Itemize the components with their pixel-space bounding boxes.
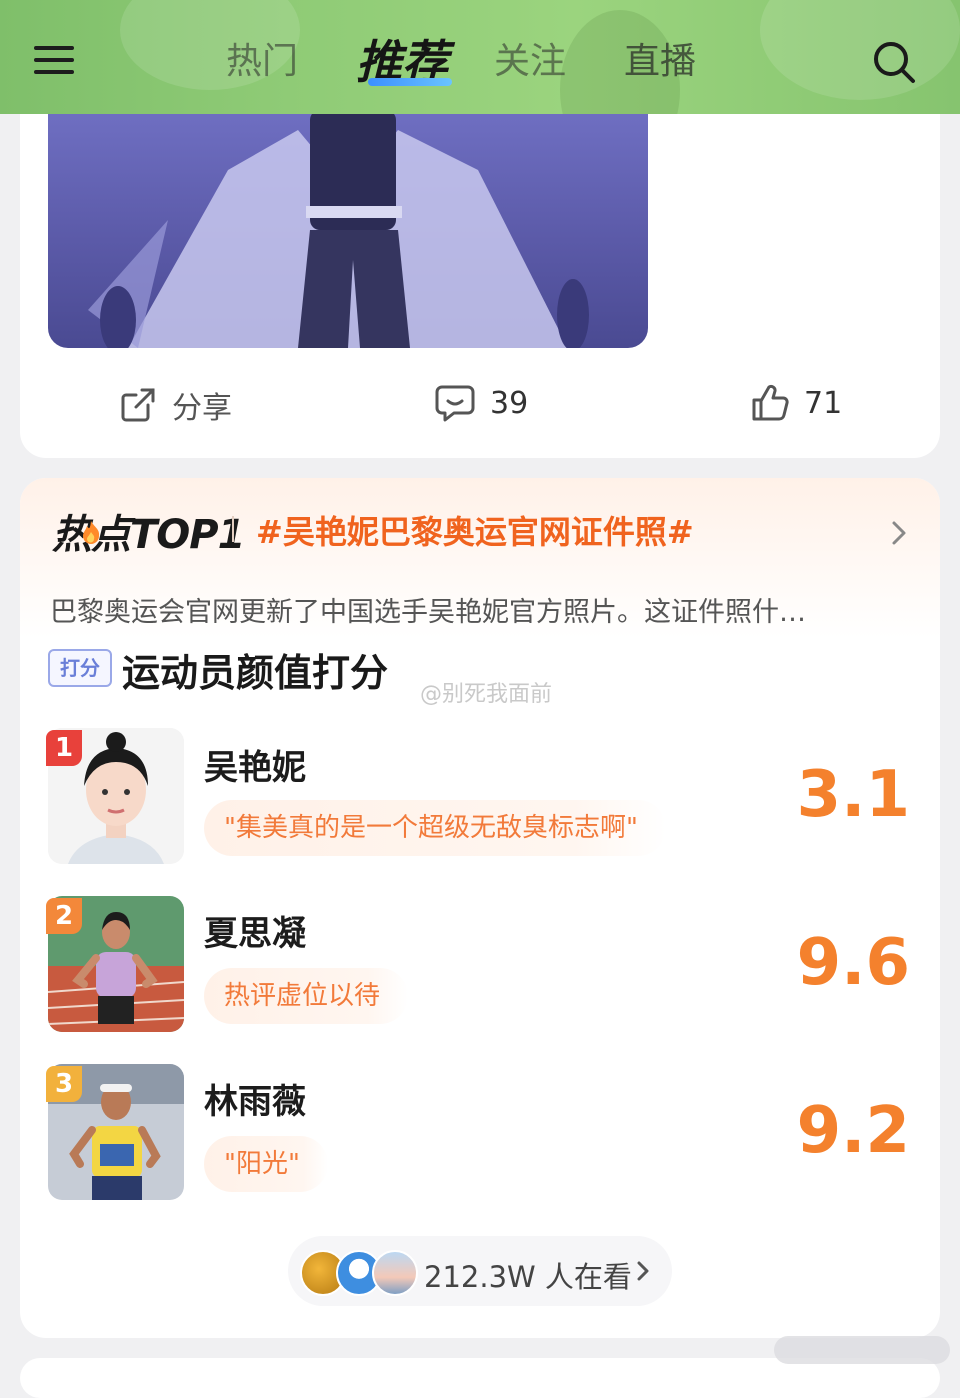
athlete-row[interactable]: 1 吴艳妮 "集美真的是一个超级无敌臭标志啊" 3.1 <box>0 726 960 876</box>
comment-button[interactable]: 39 <box>434 383 528 423</box>
like-count: 71 <box>804 385 843 421</box>
search-button[interactable] <box>872 40 916 84</box>
hot-comment: "阳光" <box>204 1136 328 1192</box>
rank-badge: 3 <box>46 1066 82 1102</box>
athlete-score: 9.2 <box>796 1094 910 1168</box>
rank-badge: 1 <box>46 730 82 766</box>
weibo-watermark-bar <box>774 1336 950 1364</box>
viewers-button[interactable]: 212.3W 人在看 <box>288 1236 672 1306</box>
hot-comment: "集美真的是一个超级无敌臭标志啊" <box>204 800 666 856</box>
thumbs-up-icon <box>752 384 789 421</box>
hot-comment: 热评虚位以待 <box>204 968 409 1024</box>
menu-button[interactable] <box>34 42 76 78</box>
flame-icon <box>83 521 100 544</box>
rating-badge: 打分 <box>48 649 112 687</box>
nav-tabs: 热门 推荐 关注 直播 <box>226 34 696 90</box>
hot-description[interactable]: 巴黎奥运会官网更新了中国选手吴艳妮官方照片。这证件照什… <box>50 590 806 629</box>
divider <box>232 516 234 542</box>
share-label: 分享 <box>172 391 232 426</box>
athlete-name: 林雨薇 <box>204 1082 306 1122</box>
anime-character-illustration <box>88 110 589 348</box>
tab-live[interactable]: 直播 <box>624 34 696 90</box>
athlete-name: 吴艳妮 <box>204 748 306 788</box>
top-nav-bar: 热门 推荐 关注 直播 <box>0 0 960 114</box>
comment-icon <box>435 385 475 422</box>
viewer-avatar <box>372 1250 418 1296</box>
weibo-watermark: @别死我面前 <box>420 682 553 707</box>
chevron-right-icon <box>637 1261 649 1281</box>
athlete-row[interactable]: 3 林雨薇 "阳光" 9.2 <box>0 1062 960 1212</box>
tab-hot[interactable]: 热门 <box>226 34 298 90</box>
viewers-count: 212.3W 人在看 <box>424 1260 632 1294</box>
athlete-row[interactable]: 2 夏思凝 热评虚位以待 9.6 <box>0 894 960 1044</box>
like-button[interactable]: 71 <box>750 383 842 423</box>
athlete-name: 夏思凝 <box>204 914 306 954</box>
tab-following[interactable]: 关注 <box>494 34 566 90</box>
hot-topic-link[interactable]: #吴艳妮巴黎奥运官网证件照# <box>256 507 694 553</box>
rank-badge: 2 <box>46 898 82 934</box>
share-button[interactable]: 分享 <box>118 383 232 427</box>
tab-recommend[interactable]: 推荐 <box>356 34 453 90</box>
hamburger-menu-icon <box>34 46 74 50</box>
search-icon <box>874 42 915 83</box>
athlete-score: 3.1 <box>796 758 910 832</box>
rating-title: 运动员颜值打分 <box>122 651 389 695</box>
comment-count: 39 <box>490 385 529 421</box>
post-image[interactable] <box>48 110 648 348</box>
active-tab-indicator <box>368 78 453 86</box>
next-card <box>20 1358 940 1398</box>
chevron-right-icon[interactable] <box>890 520 908 546</box>
athlete-score: 9.6 <box>796 926 910 1000</box>
share-icon <box>121 388 155 422</box>
